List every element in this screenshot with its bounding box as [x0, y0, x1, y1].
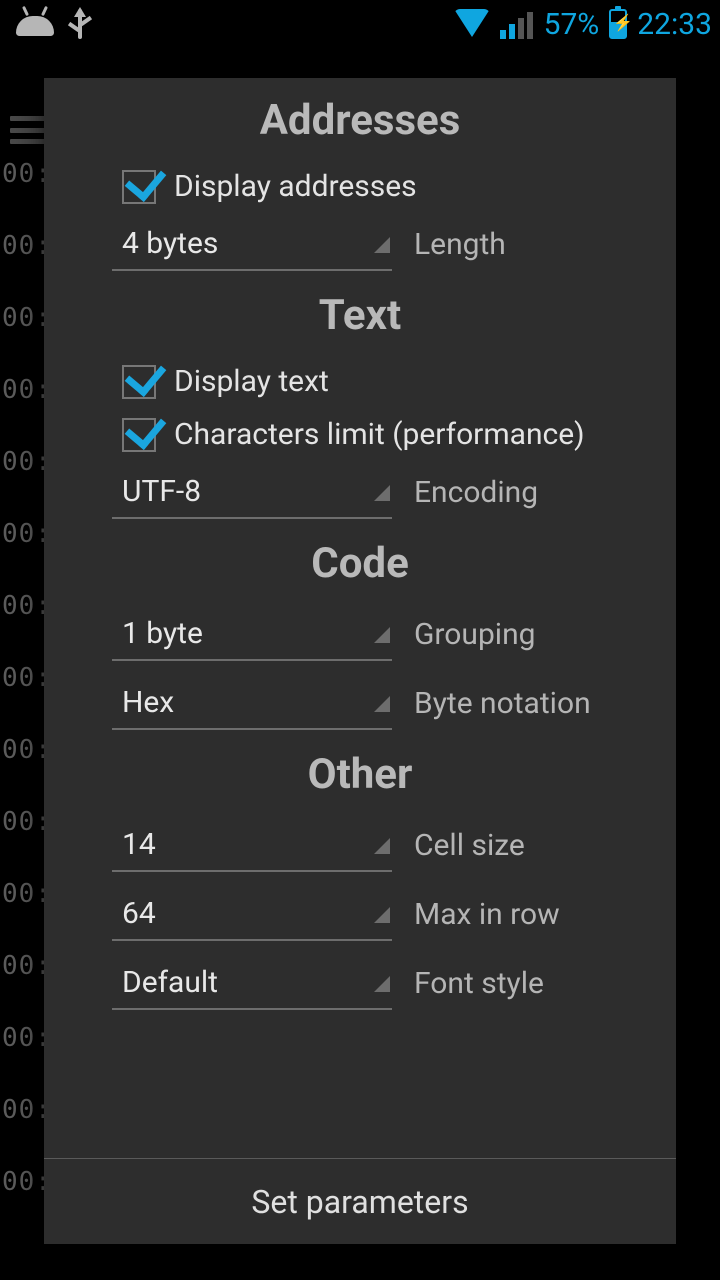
- display-text-checkbox-row[interactable]: Display text: [44, 358, 676, 411]
- set-parameters-label: Set parameters: [251, 1183, 468, 1221]
- clock: 22:33: [637, 7, 712, 42]
- max-in-row-value: 64: [122, 896, 156, 931]
- hamburger-icon: [10, 116, 46, 144]
- cell-size-value: 14: [122, 827, 156, 862]
- address-length-spinner[interactable]: 4 bytes: [112, 218, 392, 271]
- encoding-label: Encoding: [414, 475, 538, 510]
- battery-percent: 57%: [544, 7, 600, 42]
- max-in-row-label: Max in row: [414, 897, 560, 932]
- characters-limit-label: Characters limit (performance): [174, 417, 585, 452]
- byte-notation-value: Hex: [122, 685, 174, 720]
- chevron-down-icon: [374, 627, 390, 643]
- display-addresses-label: Display addresses: [174, 169, 417, 204]
- check-icon: [122, 418, 156, 452]
- wifi-icon: [454, 9, 490, 39]
- characters-limit-checkbox-row[interactable]: Characters limit (performance): [44, 411, 676, 464]
- battery-charging-icon: ⚡: [609, 9, 627, 39]
- settings-dialog: Addresses Display addresses 4 bytes Leng…: [44, 78, 676, 1244]
- address-length-label: Length: [414, 227, 506, 262]
- section-title-other: Other: [44, 750, 676, 799]
- set-parameters-button[interactable]: Set parameters: [44, 1158, 676, 1244]
- grouping-label: Grouping: [414, 617, 536, 652]
- encoding-spinner[interactable]: UTF-8: [112, 466, 392, 519]
- font-style-label: Font style: [414, 966, 544, 1001]
- chevron-down-icon: [374, 696, 390, 712]
- section-title-code: Code: [44, 539, 676, 588]
- font-style-value: Default: [122, 965, 218, 1000]
- grouping-value: 1 byte: [122, 616, 203, 651]
- max-in-row-spinner[interactable]: 64: [112, 888, 392, 941]
- display-addresses-checkbox-row[interactable]: Display addresses: [44, 163, 676, 216]
- byte-notation-label: Byte notation: [414, 686, 591, 721]
- encoding-value: UTF-8: [122, 474, 201, 509]
- cell-size-label: Cell size: [414, 828, 525, 863]
- cell-signal-icon: [500, 9, 534, 39]
- display-text-label: Display text: [174, 364, 329, 399]
- android-debug-icon: [16, 12, 54, 36]
- chevron-down-icon: [374, 976, 390, 992]
- chevron-down-icon: [374, 838, 390, 854]
- grouping-spinner[interactable]: 1 byte: [112, 608, 392, 661]
- chevron-down-icon: [374, 485, 390, 501]
- font-style-spinner[interactable]: Default: [112, 957, 392, 1010]
- byte-notation-spinner[interactable]: Hex: [112, 677, 392, 730]
- chevron-down-icon: [374, 907, 390, 923]
- address-length-value: 4 bytes: [122, 226, 218, 261]
- chevron-down-icon: [374, 237, 390, 253]
- usb-icon: [68, 7, 92, 41]
- cell-size-spinner[interactable]: 14: [112, 819, 392, 872]
- check-icon: [122, 170, 156, 204]
- section-title-addresses: Addresses: [44, 96, 676, 145]
- status-bar: 57% ⚡ 22:33: [0, 0, 720, 48]
- check-icon: [122, 365, 156, 399]
- section-title-text: Text: [44, 291, 676, 340]
